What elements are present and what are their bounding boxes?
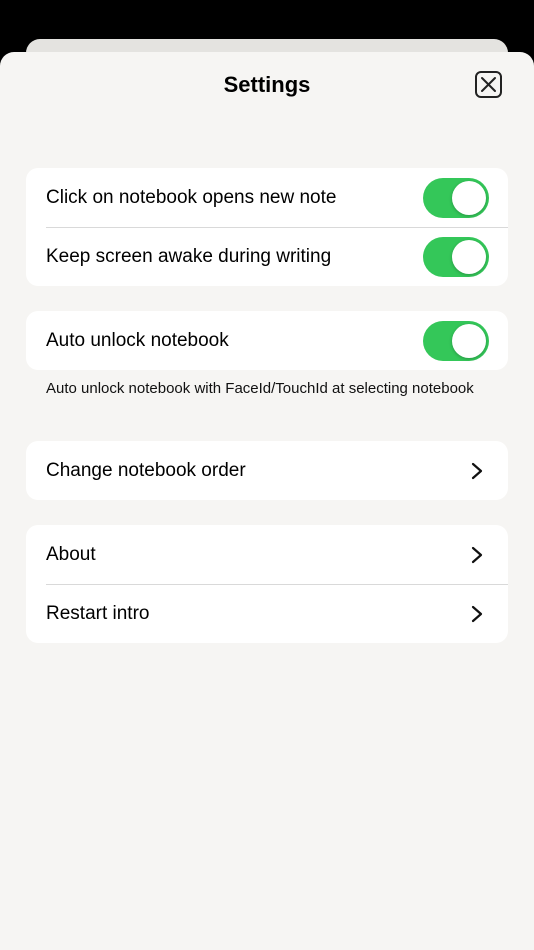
open-new-note-toggle[interactable] (423, 177, 489, 218)
restart-intro-row[interactable]: Restart intro (26, 584, 508, 643)
page-title: Settings (223, 72, 311, 97)
toggle-knob (452, 323, 486, 358)
change-order-label: Change notebook order (46, 459, 246, 481)
auto-unlock-label: Auto unlock notebook (46, 329, 229, 351)
auto-unlock-footnote: Auto unlock notebook with FaceId/TouchId… (46, 380, 474, 397)
chevron-right-icon (471, 462, 483, 479)
chevron-right-icon (471, 605, 483, 622)
toggle-knob (452, 239, 486, 274)
auto-unlock-row: Auto unlock notebook (26, 311, 508, 370)
about-row[interactable]: About (26, 525, 508, 584)
auto-unlock-toggle[interactable] (423, 320, 489, 361)
open-new-note-row: Click on notebook opens new note (26, 168, 508, 227)
settings-sheet: Settings Click on notebook opens new not… (0, 52, 534, 950)
keep-awake-toggle[interactable] (423, 236, 489, 277)
keep-awake-label: Keep screen awake during writing (46, 245, 332, 267)
open-new-note-label: Click on notebook opens new note (46, 186, 337, 208)
close-button[interactable] (475, 71, 502, 98)
about-label: About (46, 543, 96, 565)
order-settings-group: Change notebook order (26, 441, 508, 500)
change-order-row[interactable]: Change notebook order (26, 441, 508, 500)
keep-awake-row: Keep screen awake during writing (26, 227, 508, 286)
general-settings-group: Click on notebook opens new note Keep sc… (26, 168, 508, 286)
close-x-icon (481, 77, 496, 92)
info-settings-group: About Restart intro (26, 525, 508, 643)
chevron-right-icon (471, 546, 483, 563)
toggle-knob (452, 180, 486, 215)
security-settings-group: Auto unlock notebook (26, 311, 508, 370)
restart-intro-label: Restart intro (46, 602, 150, 624)
